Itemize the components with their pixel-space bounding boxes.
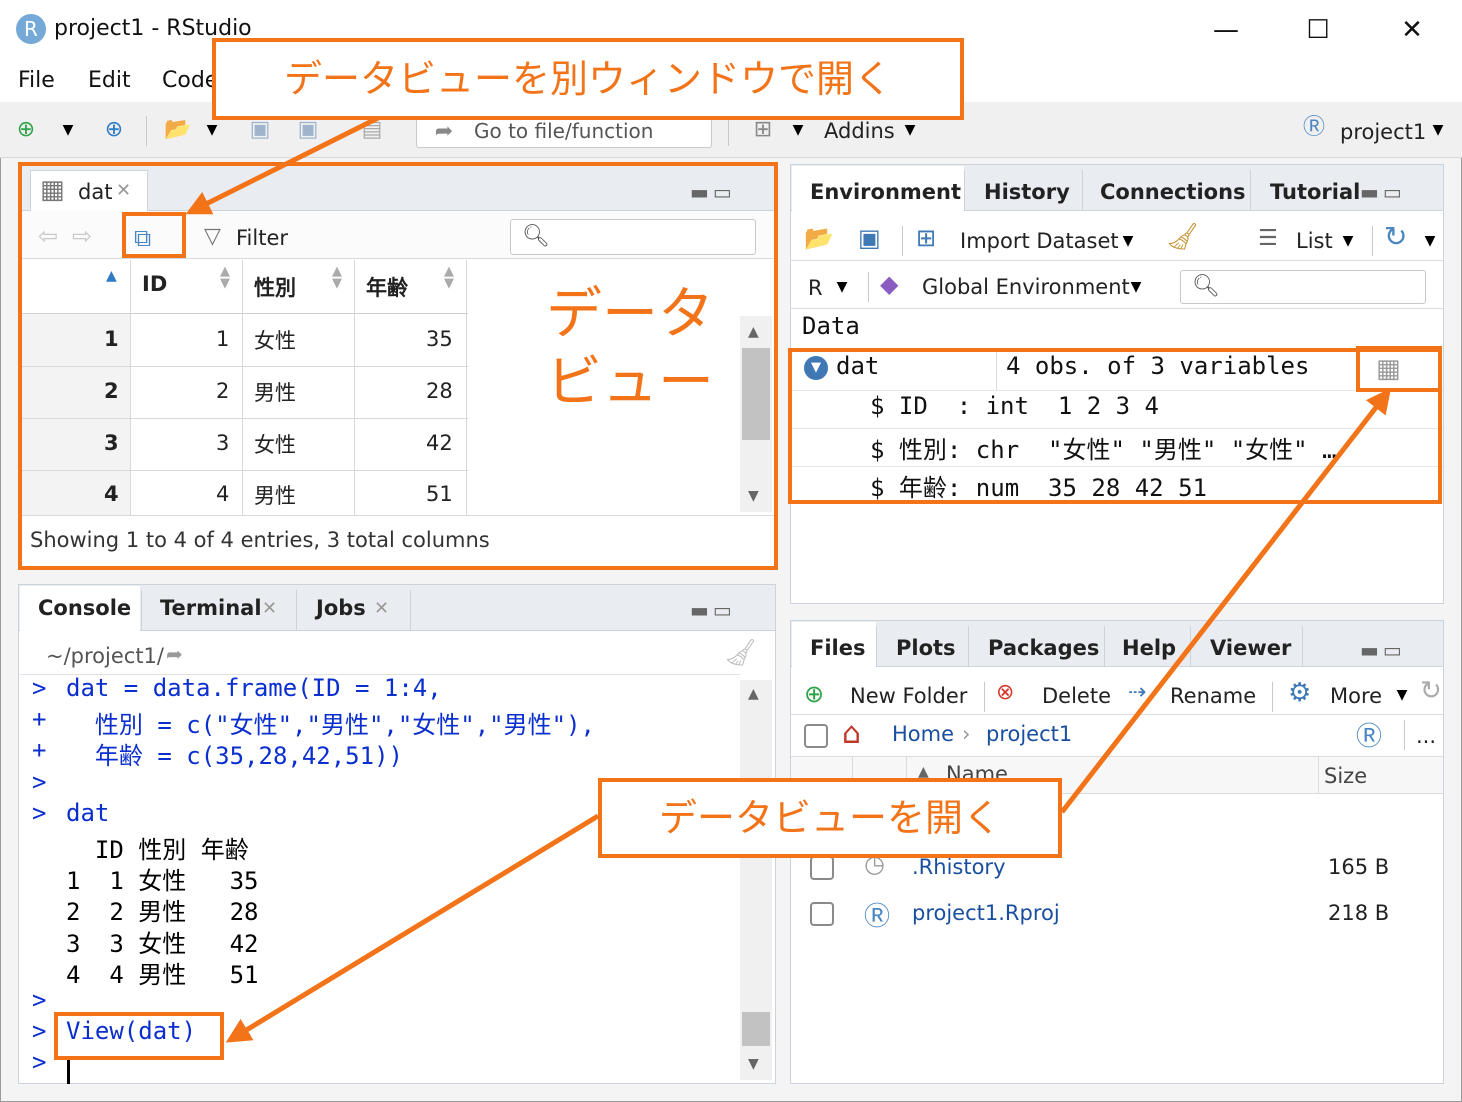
view-icon-highlight-box <box>1356 346 1442 392</box>
view-command-highlight-box <box>54 1012 224 1060</box>
popout-highlight-box <box>122 212 186 258</box>
arrow-to-view-command <box>225 813 600 1043</box>
annotation-dataview-line2: ビュー <box>546 350 714 415</box>
env-object-highlight-box <box>788 348 1442 504</box>
callout-open-separate-window: データビューを別ウィンドウで開く <box>212 38 964 120</box>
callout-open-dataview: データビューを開く <box>598 778 1062 858</box>
annotation-dataview-line1: データ <box>546 282 714 347</box>
